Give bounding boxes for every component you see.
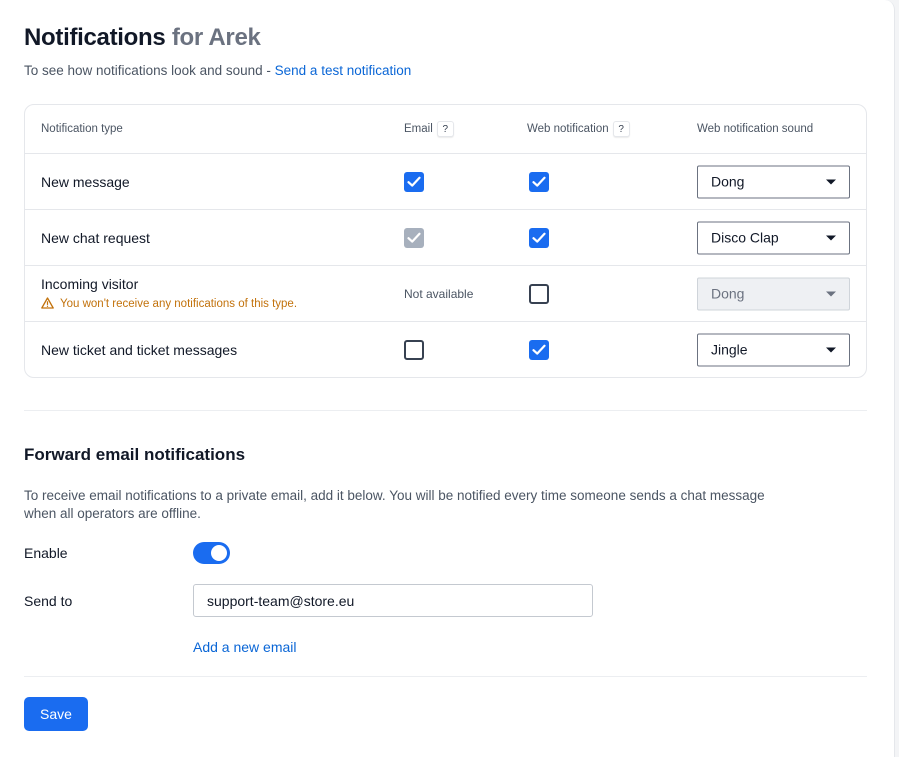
- page-title-main: Notifications: [24, 24, 166, 51]
- sound-select-value: Disco Clap: [711, 229, 779, 245]
- enable-forward-toggle[interactable]: [193, 542, 230, 564]
- web-checkbox[interactable]: [529, 283, 549, 304]
- web-checkbox[interactable]: [529, 171, 549, 192]
- sound-select-value: Dong: [711, 285, 745, 301]
- web-help-icon[interactable]: ?: [612, 121, 630, 137]
- check-icon: [532, 176, 546, 187]
- row-name: New chat request: [41, 229, 150, 246]
- col-web-notification: Web notification?: [527, 121, 630, 137]
- forward-section-title: Forward email notifications: [24, 445, 246, 464]
- add-new-email-link[interactable]: Add a new email: [193, 639, 297, 655]
- web-checkbox[interactable]: [529, 340, 549, 360]
- caret-down-icon: [826, 291, 836, 296]
- footer-divider: [24, 676, 867, 677]
- table-row: New chat request Disco Clap: [25, 210, 866, 266]
- send-to-email-input[interactable]: [193, 584, 593, 617]
- check-icon: [532, 232, 546, 243]
- row-warning: You won't receive any notifications of t…: [41, 297, 297, 310]
- send-to-label: Send to: [24, 593, 73, 609]
- sound-select[interactable]: Dong: [697, 165, 850, 198]
- caret-down-icon: [826, 347, 836, 353]
- forward-section-description: To receive email notifications to a priv…: [24, 488, 765, 521]
- caret-down-icon: [826, 179, 836, 184]
- toggle-knob: [211, 545, 227, 561]
- sound-select-value: Jingle: [711, 341, 748, 358]
- row-name: Incoming visitor: [41, 276, 139, 292]
- table-header: Notification type Email? Web notificatio…: [25, 105, 866, 154]
- sound-select-value: Dong: [711, 173, 745, 189]
- sound-select[interactable]: Jingle: [697, 333, 850, 367]
- table-row: New message Dong: [25, 154, 866, 210]
- row-name: New ticket and ticket messages: [41, 342, 238, 358]
- notifications-panel: Notifications for Arek To see how notifi…: [0, 0, 895, 757]
- subtitle-text: To see how notifications look and sound …: [24, 63, 275, 78]
- row-warning-text: You won't receive any notifications of t…: [60, 298, 298, 310]
- col-web-sound: Web notification sound: [697, 123, 814, 135]
- col-notification-type: Notification type: [41, 123, 123, 135]
- email-checkbox-disabled: [404, 227, 424, 248]
- check-icon: [407, 176, 421, 187]
- sound-select[interactable]: Disco Clap: [697, 221, 850, 254]
- page-subtitle: To see how notifications look and sound …: [24, 63, 411, 78]
- check-icon: [532, 344, 546, 355]
- enable-label: Enable: [24, 545, 68, 561]
- sound-select-disabled: Dong: [697, 277, 850, 310]
- col-email: Email?: [404, 121, 454, 137]
- email-not-available: Not available: [404, 286, 474, 301]
- col-email-label: Email: [404, 123, 433, 136]
- web-checkbox[interactable]: [529, 227, 549, 248]
- notifications-table: Notification type Email? Web notificatio…: [24, 104, 867, 378]
- table-row: New ticket and ticket messages Jingle: [25, 322, 866, 377]
- page-title-user: for Arek: [171, 24, 261, 51]
- row-name: New message: [41, 173, 130, 190]
- table-row: Incoming visitor You won't receive any n…: [25, 266, 866, 322]
- email-checkbox[interactable]: [404, 171, 424, 192]
- warning-triangle-icon: [41, 297, 54, 309]
- send-test-notification-link[interactable]: Send a test notification: [275, 63, 412, 78]
- section-divider: [24, 410, 867, 411]
- save-button[interactable]: Save: [24, 697, 88, 731]
- caret-down-icon: [826, 235, 836, 240]
- page-title: Notifications for Arek: [24, 24, 261, 52]
- email-checkbox[interactable]: [404, 340, 424, 360]
- col-web-label: Web notification: [527, 123, 609, 136]
- check-icon: [407, 232, 421, 243]
- email-help-icon[interactable]: ?: [436, 121, 454, 137]
